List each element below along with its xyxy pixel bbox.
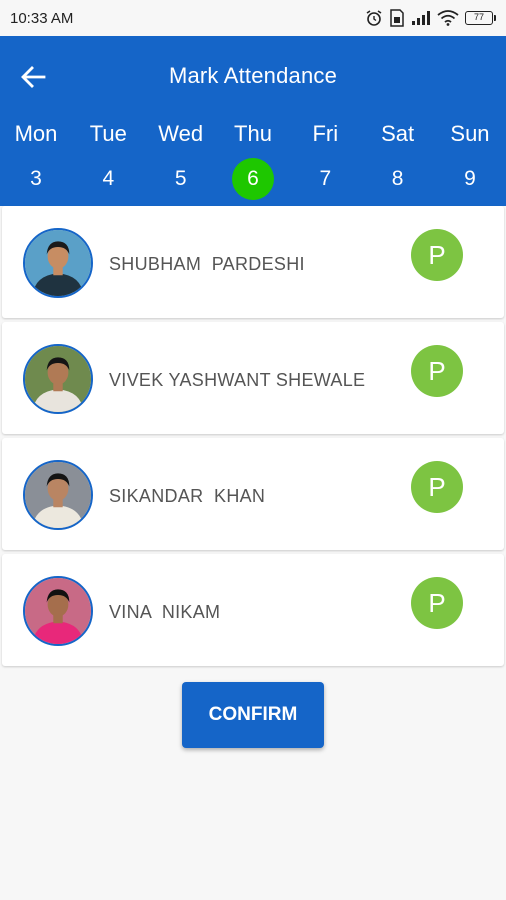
battery-icon: 77 (465, 11, 496, 25)
day-name: Sat (381, 121, 415, 146)
avatar (23, 576, 93, 646)
attendance-status-badge[interactable]: P (411, 461, 463, 513)
arrow-left-icon (21, 66, 46, 88)
day-number: 5 (174, 167, 187, 190)
toolbar: Mark Attendance (0, 36, 506, 116)
day-number: 8 (391, 167, 404, 190)
day-number: 3 (30, 167, 42, 190)
day-sun[interactable]: Sun 9 (438, 116, 502, 200)
student-row[interactable]: SHUBHAM PARDESHI P (2, 206, 504, 318)
day-name: Wed (158, 121, 204, 146)
back-button[interactable] (18, 62, 48, 92)
student-list: SHUBHAM PARDESHI P VIVEK YASHWANT SHEWALE P… (0, 206, 506, 666)
app-bar: Mark Attendance Mon 3 Tue 4 Wed 5 Thu 6 Fri 7 Sat 8… (0, 36, 506, 206)
avatar (23, 344, 93, 414)
wifi-icon (437, 10, 459, 26)
week-selector: Mon 3 Tue 4 Wed 5 Thu 6 Fri 7 Sat 8 Sun 9 (0, 116, 506, 200)
day-number: 9 (464, 167, 476, 190)
status-time: 10:33 AM (10, 9, 74, 27)
day-name: Thu (234, 121, 272, 146)
day-wed[interactable]: Wed 5 (149, 116, 213, 200)
student-name: VINA NIKAM (109, 602, 221, 622)
battery-level: 77 (465, 11, 493, 25)
student-name: VIVEK YASHWANT SHEWALE (109, 370, 366, 390)
attendance-status-badge[interactable]: P (411, 345, 463, 397)
status-icons: 77 (365, 9, 496, 27)
signal-icon (412, 11, 430, 25)
sim-icon (390, 9, 404, 27)
student-row[interactable]: VINA NIKAM P (2, 554, 504, 666)
day-mon[interactable]: Mon 3 (4, 116, 68, 200)
day-fri[interactable]: Fri 7 (293, 116, 357, 200)
day-sat[interactable]: Sat 8 (366, 116, 430, 200)
day-tue[interactable]: Tue 4 (76, 116, 140, 200)
day-number: 7 (319, 167, 332, 190)
day-name: Fri (312, 121, 339, 146)
page-title: Mark Attendance (168, 63, 338, 88)
day-name: Mon (14, 121, 58, 146)
avatar (23, 228, 93, 298)
avatar (23, 460, 93, 530)
confirm-container: CONFIRM (0, 682, 506, 748)
day-name: Sun (450, 121, 490, 146)
day-thu[interactable]: Thu 6 (221, 116, 285, 200)
day-number: 4 (102, 167, 115, 190)
student-name: SHUBHAM PARDESHI (109, 254, 305, 274)
status-bar: 10:33 AM 77 (0, 0, 506, 36)
alarm-icon (366, 10, 382, 26)
attendance-status-badge[interactable]: P (411, 229, 463, 281)
student-name: SIKANDAR KHAN (109, 486, 266, 506)
day-number-selected: 6 (231, 158, 274, 200)
day-name: Tue (89, 121, 127, 146)
confirm-button[interactable]: CONFIRM (182, 682, 324, 748)
student-row[interactable]: SIKANDAR KHAN P (2, 438, 504, 550)
student-row[interactable]: VIVEK YASHWANT SHEWALE P (2, 322, 504, 434)
attendance-status-badge[interactable]: P (411, 577, 463, 629)
